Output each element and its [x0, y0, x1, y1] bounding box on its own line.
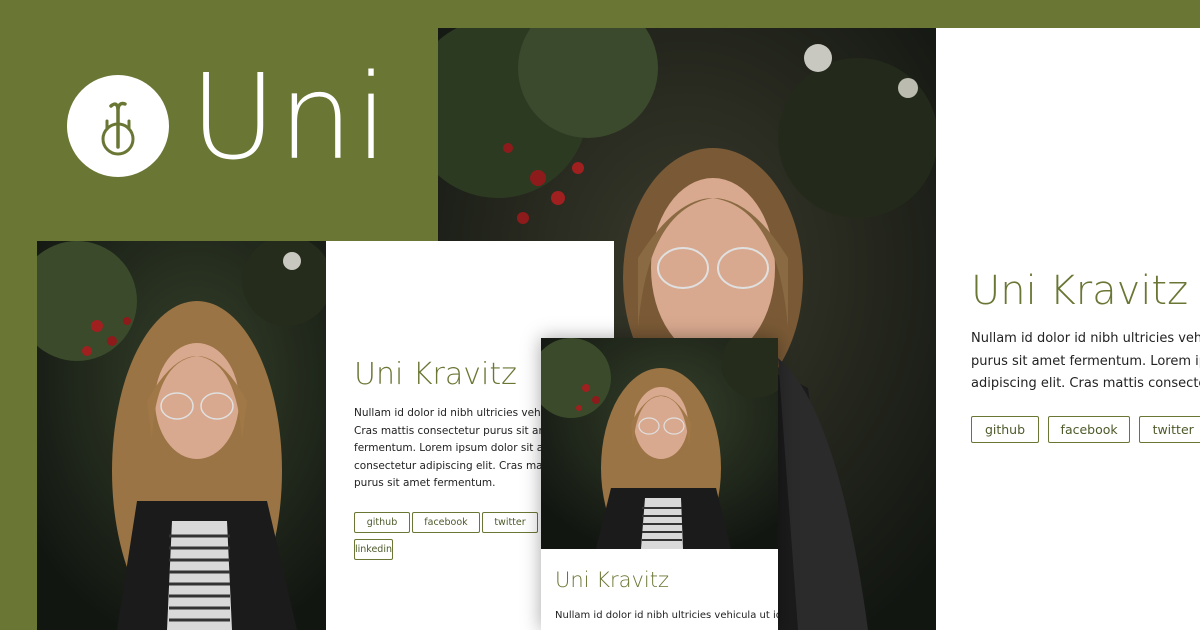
logo-circle — [67, 75, 169, 177]
profile-card-small: Uni Kravitz Nullam id dolor id nibh ultr… — [541, 549, 778, 630]
twitter-button[interactable]: twitter — [1139, 416, 1200, 443]
linkedin-button[interactable]: linkedin — [354, 539, 393, 560]
portrait-photo-medium — [37, 241, 326, 630]
twitter-button[interactable]: twitter — [482, 512, 538, 533]
profile-bio: Nullam id dolor id nibh ultricies vehicu… — [971, 331, 1200, 391]
portrait-photo-small — [541, 338, 778, 549]
profile-mockup-small: Uni Kravitz Nullam id dolor id nibh ultr… — [541, 338, 778, 630]
facebook-button[interactable]: facebook — [1048, 416, 1131, 443]
profile-name: Uni Kravitz — [971, 268, 1189, 314]
profile-name: Uni Kravitz — [555, 568, 669, 592]
brand-name: Uni — [190, 48, 390, 186]
github-button[interactable]: github — [971, 416, 1039, 443]
github-button[interactable]: github — [354, 512, 410, 533]
profile-card-large: Uni Kravitz Nullam id dolor id nibh ultr… — [936, 28, 1200, 630]
unicycle-icon — [101, 101, 135, 156]
profile-bio: Nullam id dolor id nibh ultricies vehicu… — [555, 610, 778, 621]
social-buttons: github facebook twitter — [971, 416, 1200, 443]
profile-name: Uni Kravitz — [354, 357, 517, 392]
facebook-button[interactable]: facebook — [412, 512, 480, 533]
